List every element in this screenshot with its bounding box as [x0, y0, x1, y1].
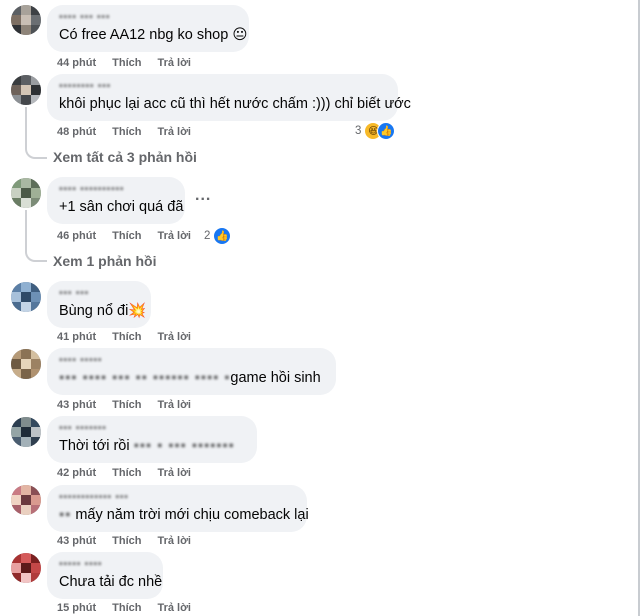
comment-text-content: Thời tới rồi [59, 438, 130, 454]
comment-text: ▪▪ mấy năm trời mới chịu comeback lại [59, 506, 309, 525]
comment-text: Bùng nổ đi💥 [59, 302, 146, 321]
like-button[interactable]: Thích [112, 602, 141, 614]
comment-bubble: ▪▪▪ ▪▪▪ Bùng nổ đi💥 [47, 281, 151, 328]
comment-time[interactable]: 44 phút [57, 57, 96, 69]
comment-text-content: Bùng nổ đi [59, 303, 129, 319]
like-button[interactable]: Thích [112, 535, 141, 547]
comment-text: Có free AA12 nbg ko shop 😐 [59, 26, 247, 45]
like-button[interactable]: Thích [112, 399, 141, 411]
commenter-name[interactable]: ▪▪▪▪▪▪▪▪ ▪▪▪ [59, 80, 386, 93]
reactions-summary[interactable]: 2 👍 [204, 227, 232, 245]
comment-text-content: mấy năm trời mới chịu comeback lại [75, 507, 309, 523]
like-icon: 👍 [377, 122, 396, 140]
comment-text: Chưa tải đc nhề [59, 574, 163, 590]
commenter-name[interactable]: ▪▪▪▪▪▪▪▪▪▪▪▪ ▪▪▪ [59, 491, 295, 504]
comment-time[interactable]: 46 phút [57, 230, 96, 242]
commenter-name[interactable]: ▪▪▪ ▪▪▪ [59, 287, 139, 300]
avatar[interactable] [11, 5, 41, 35]
commenter-name[interactable]: ▪▪▪▪ ▪▪▪ ▪▪▪ [59, 11, 237, 24]
comment-bubble: ▪▪▪▪▪▪▪▪ ▪▪▪ khôi phục lại acc cũ thì hế… [47, 74, 411, 121]
commenter-name[interactable]: ▪▪▪▪ ▪▪▪▪▪▪▪▪▪▪ [59, 183, 173, 196]
neutral-face-emoji-icon: 😐 [232, 27, 248, 43]
commenter-name[interactable]: ▪▪▪▪▪ ▪▪▪▪ [59, 558, 151, 571]
comment-time[interactable]: 15 phút [57, 602, 96, 614]
avatar[interactable] [11, 282, 41, 312]
like-button[interactable]: Thích [112, 230, 141, 242]
commenter-name[interactable]: ▪▪▪ ▪▪▪▪▪▪▪ [59, 422, 245, 435]
like-button[interactable]: Thích [112, 126, 141, 138]
comment-text: +1 sân chơi quá đã [59, 199, 184, 215]
avatar[interactable] [11, 178, 41, 208]
comment-meta: 42 phút Thích Trả lời [57, 467, 207, 479]
reply-button[interactable]: Trả lời [157, 535, 191, 547]
reply-button[interactable]: Trả lời [157, 331, 191, 343]
avatar[interactable] [11, 553, 41, 583]
reply-button[interactable]: Trả lời [157, 230, 191, 242]
avatar[interactable] [11, 417, 41, 447]
blurred-text: ▪▪ [59, 507, 72, 523]
reply-button[interactable]: Trả lời [157, 57, 191, 69]
commenter-name[interactable]: ▪▪▪▪ ▪▪▪▪▪ [59, 354, 324, 367]
reaction-count: 3 [355, 125, 362, 137]
avatar[interactable] [11, 349, 41, 379]
like-button[interactable]: Thích [112, 467, 141, 479]
comment-time[interactable]: 43 phút [57, 399, 96, 411]
reaction-count: 2 [204, 230, 211, 242]
thread-connector [25, 210, 47, 262]
comment-bubble: ▪▪▪▪▪ ▪▪▪▪ Chưa tải đc nhề [47, 552, 163, 599]
comment-time[interactable]: 41 phút [57, 331, 96, 343]
avatar[interactable] [11, 485, 41, 515]
comment-bubble: ▪▪▪▪ ▪▪▪▪▪▪▪▪▪▪ +1 sân chơi quá đã [47, 177, 185, 224]
comment-meta: 43 phút Thích Trả lời [57, 399, 207, 411]
comment-text: Thời tới rồi ▪▪▪ ▪ ▪▪▪ ▪▪▪▪▪▪▪ [59, 437, 245, 456]
comment-time[interactable]: 43 phút [57, 535, 96, 547]
blurred-text: ▪▪▪ ▪ ▪▪▪ ▪▪▪▪▪▪▪ [133, 438, 235, 454]
view-replies-link[interactable]: Xem tất cả 3 phản hồi [53, 149, 197, 165]
comment-meta: 44 phút Thích Trả lời [57, 57, 207, 69]
comment-meta: 43 phút Thích Trả lời [57, 535, 207, 547]
more-options-icon[interactable]: ... [195, 187, 211, 205]
comment-time[interactable]: 42 phút [57, 467, 96, 479]
comment-text: ▪▪▪ ▪▪▪▪ ▪▪▪ ▪▪ ▪▪▪▪▪▪ ▪▪▪▪ ▪game hồi si… [59, 369, 324, 388]
reply-button[interactable]: Trả lời [157, 399, 191, 411]
comment-bubble: ▪▪▪▪▪▪▪▪▪▪▪▪ ▪▪▪ ▪▪ mấy năm trời mới chị… [47, 485, 309, 532]
collision-emoji-icon: 💥 [128, 303, 147, 319]
like-button[interactable]: Thích [112, 57, 141, 69]
comment-bubble: ▪▪▪▪ ▪▪▪ ▪▪▪ Có free AA12 nbg ko shop 😐 [47, 5, 249, 52]
comment-text-content: Có free AA12 nbg ko shop [59, 27, 229, 43]
comment-meta: 41 phút Thích Trả lời [57, 331, 207, 343]
reactions-summary[interactable]: 3 😆 👍 [355, 122, 396, 140]
reply-button[interactable]: Trả lời [157, 126, 191, 138]
reply-button[interactable]: Trả lời [157, 602, 191, 614]
comment-text: khôi phục lại acc cũ thì hết nước chấm :… [59, 96, 411, 112]
like-button[interactable]: Thích [112, 331, 141, 343]
comment-time[interactable]: 48 phút [57, 126, 96, 138]
blurred-text: ▪▪▪ ▪▪▪▪ ▪▪▪ ▪▪ ▪▪▪▪▪▪ ▪▪▪▪ ▪ [59, 370, 231, 386]
thread-connector [25, 107, 47, 159]
reply-button[interactable]: Trả lời [157, 467, 191, 479]
like-icon: 👍 [213, 227, 232, 245]
comment-meta: 48 phút Thích Trả lời [57, 126, 207, 138]
comment-meta: 15 phút Thích Trả lời [57, 602, 207, 614]
avatar[interactable] [11, 75, 41, 105]
comment-bubble: ▪▪▪▪ ▪▪▪▪▪ ▪▪▪ ▪▪▪▪ ▪▪▪ ▪▪ ▪▪▪▪▪▪ ▪▪▪▪ ▪… [47, 348, 336, 395]
comment-text-content: game hồi sinh [230, 370, 321, 386]
comment-bubble: ▪▪▪ ▪▪▪▪▪▪▪ Thời tới rồi ▪▪▪ ▪ ▪▪▪ ▪▪▪▪▪… [47, 416, 257, 463]
comment-meta: 46 phút Thích Trả lời [57, 230, 207, 242]
view-replies-link[interactable]: Xem 1 phản hồi [53, 253, 156, 269]
